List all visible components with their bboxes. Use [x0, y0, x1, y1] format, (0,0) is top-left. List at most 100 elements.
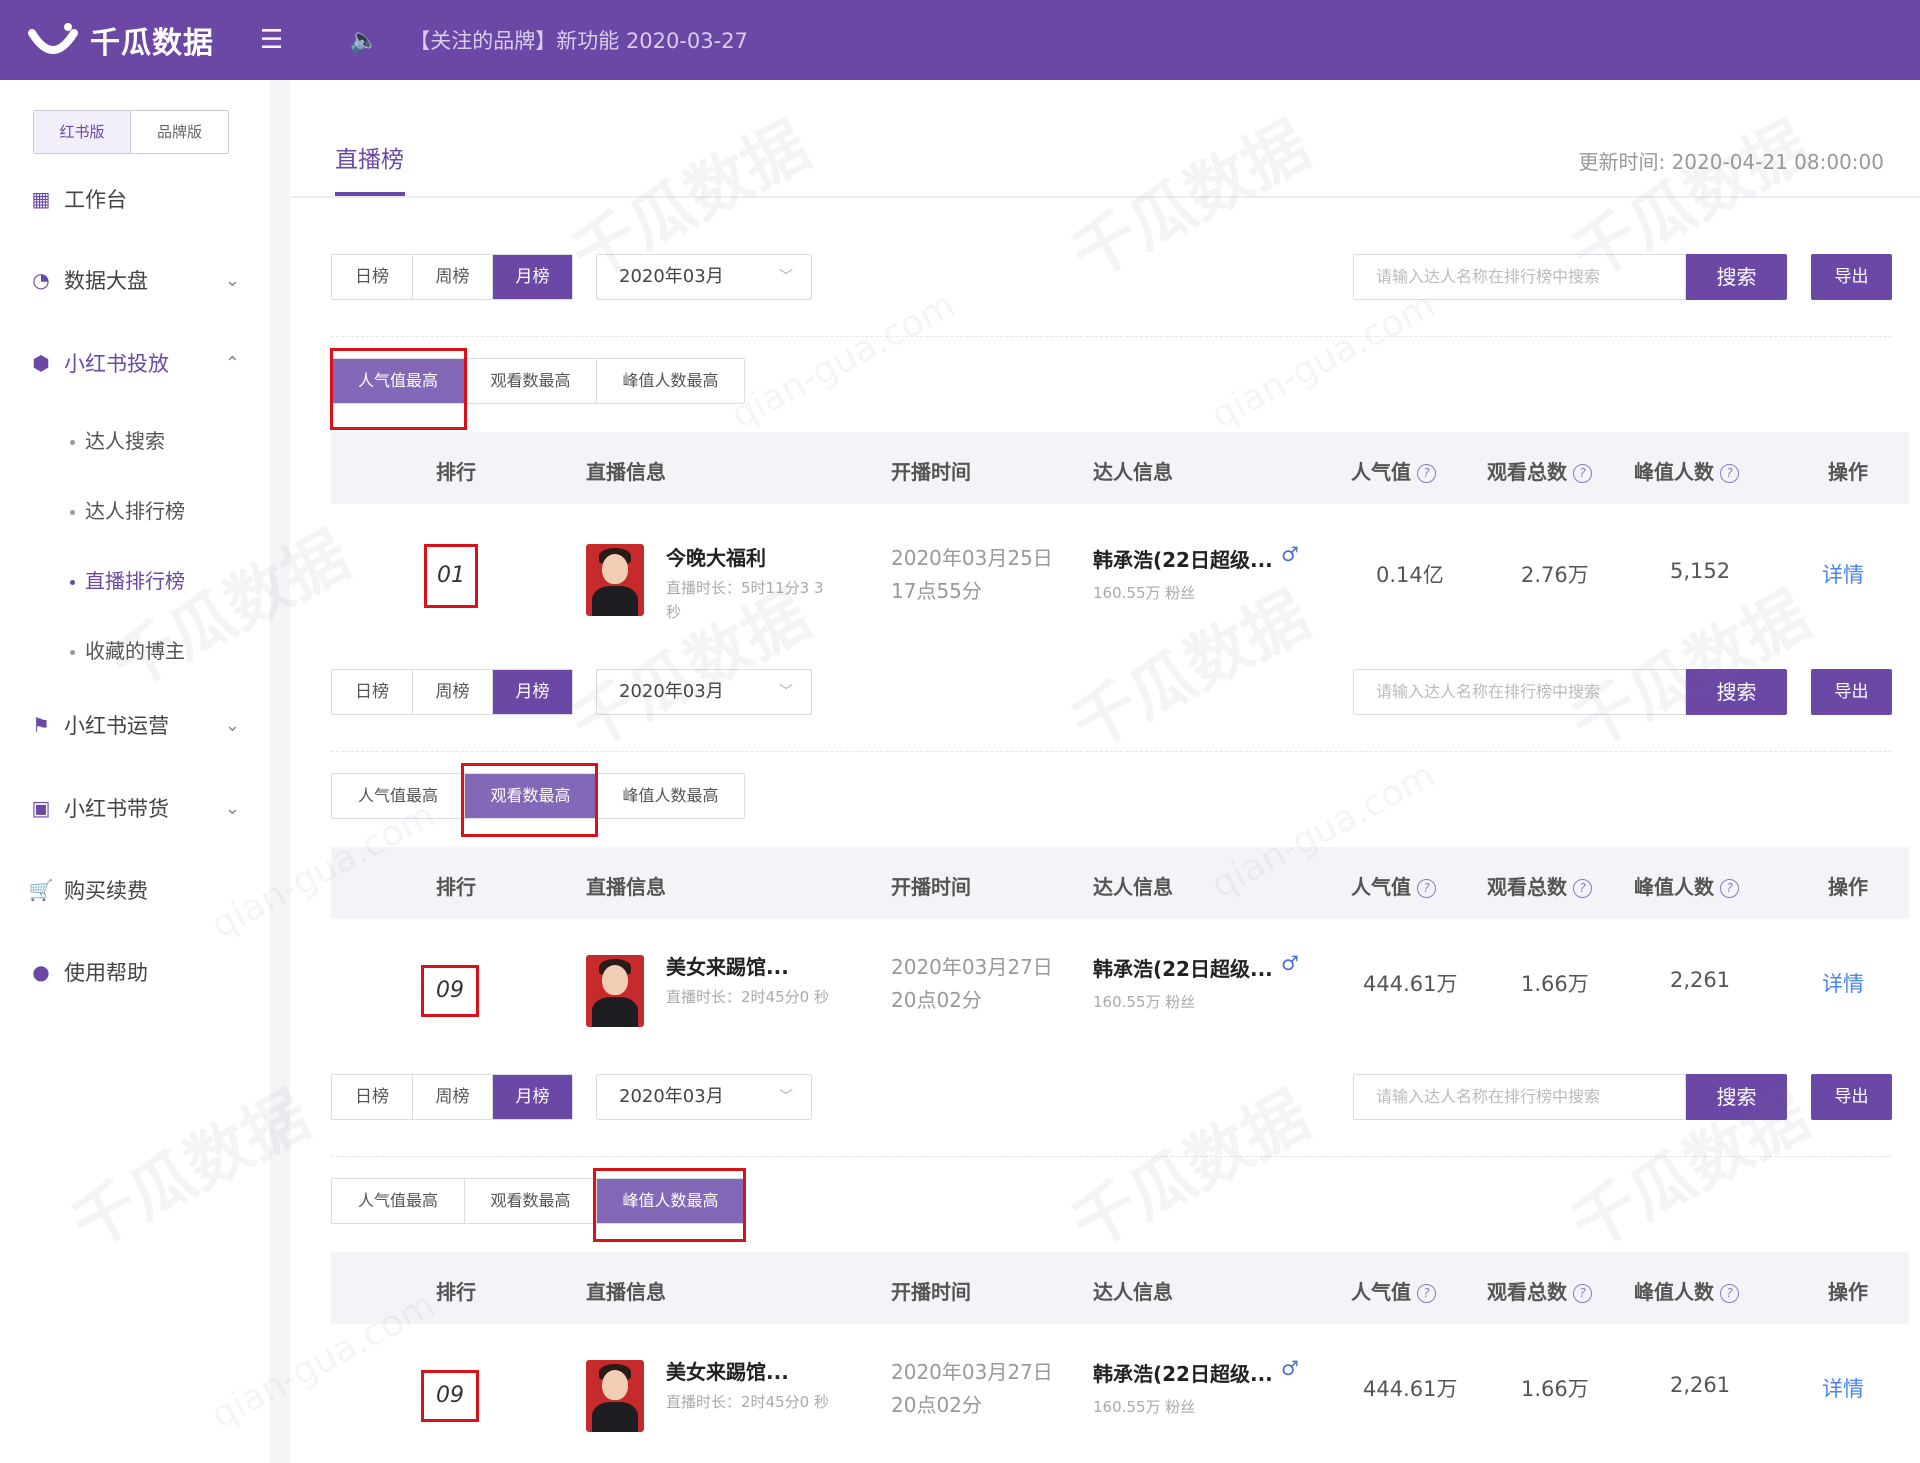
- edition-brand[interactable]: 品牌版: [131, 111, 228, 153]
- cube-icon: ⬢: [32, 351, 50, 375]
- avatar[interactable]: [586, 544, 644, 616]
- export-button[interactable]: 导出: [1811, 1074, 1892, 1120]
- subnav-label: 收藏的博主: [85, 639, 185, 663]
- subnav-favorite-bloggers[interactable]: 收藏的博主: [70, 635, 185, 664]
- male-icon: ♂: [1281, 1356, 1299, 1380]
- table-header: 排行 直播信息 开播时间 达人信息 人气值? 观看总数? 峰值人数? 操作: [331, 1252, 1909, 1324]
- period-tabs: 日榜 周榜 月榜: [331, 669, 573, 715]
- subnav-kol-ranking[interactable]: 达人排行榜: [70, 495, 185, 524]
- nav-xhs-commerce[interactable]: ▣ 小红书带货 ⌄: [30, 793, 240, 823]
- search-button[interactable]: 搜索: [1686, 1074, 1787, 1120]
- col-live-info: 直播信息: [586, 1280, 666, 1304]
- col-views: 观看总数?: [1487, 871, 1592, 900]
- views-value: 1.66万: [1521, 1377, 1589, 1401]
- col-label: 人气值: [1351, 460, 1411, 484]
- kol-name[interactable]: 韩承浩(22日超级...: [1093, 1358, 1273, 1387]
- views-value: 1.66万: [1521, 972, 1589, 996]
- start-date: 2020年03月27日: [891, 1360, 1053, 1384]
- detail-link[interactable]: 详情: [1822, 968, 1864, 998]
- title-underline: [335, 192, 405, 196]
- col-live-info: 直播信息: [586, 460, 666, 484]
- edition-red[interactable]: 红书版: [34, 111, 131, 153]
- live-title[interactable]: 美女来踢馆...: [666, 1356, 789, 1385]
- help-icon[interactable]: ?: [1573, 879, 1592, 898]
- start-time: 20点02分: [891, 988, 982, 1012]
- tab-popularity[interactable]: 人气值最高: [332, 1179, 464, 1223]
- notice-text[interactable]: 【关注的品牌】新功能 2020-03-27: [409, 25, 748, 55]
- detail-link[interactable]: 详情: [1822, 1373, 1864, 1403]
- nav-xhs-placement[interactable]: ⬢ 小红书投放 ⌃: [30, 348, 240, 378]
- male-icon: ♂: [1281, 542, 1299, 566]
- col-label: 人气值: [1351, 1280, 1411, 1304]
- col-live-info: 直播信息: [586, 875, 666, 899]
- chevron-down-icon: ﹀: [779, 1089, 793, 1105]
- popularity-value: 444.61万: [1363, 1377, 1458, 1401]
- export-button[interactable]: 导出: [1811, 669, 1892, 715]
- help-icon[interactable]: ?: [1417, 1284, 1436, 1303]
- male-icon: ♂: [1281, 951, 1299, 975]
- tab-popularity[interactable]: 人气值最高: [332, 774, 464, 818]
- tab-peak[interactable]: 峰值人数最高: [596, 774, 744, 818]
- search-button[interactable]: 搜索: [1686, 669, 1787, 715]
- tab-daily[interactable]: 日榜: [332, 255, 412, 299]
- fans-count: 160.55万 粉丝: [1093, 584, 1196, 602]
- tab-daily[interactable]: 日榜: [332, 1075, 412, 1119]
- month-select[interactable]: 2020年03月 ﹀: [596, 1074, 812, 1120]
- detail-link[interactable]: 详情: [1822, 559, 1864, 589]
- subnav-kol-search[interactable]: 达人搜索: [70, 425, 165, 454]
- nav-xhs-operation[interactable]: ⚑ 小红书运营 ⌄: [30, 710, 240, 740]
- kol-name[interactable]: 韩承浩(22日超级...: [1093, 953, 1273, 982]
- avatar[interactable]: [586, 1360, 644, 1432]
- help-icon[interactable]: ?: [1417, 464, 1436, 483]
- table-row: 01 今晚大福利 直播时长：5时11分3 3秒 2020年03月25日 17点5…: [331, 522, 1909, 682]
- nav-dashboard[interactable]: ◔ 数据大盘 ⌄: [30, 265, 240, 295]
- col-popularity: 人气值?: [1351, 1276, 1436, 1305]
- search-button[interactable]: 搜索: [1686, 254, 1787, 300]
- tab-views[interactable]: 观看数最高: [464, 1179, 596, 1223]
- tab-monthly[interactable]: 月榜: [492, 1075, 572, 1119]
- month-select[interactable]: 2020年03月 ﹀: [596, 669, 812, 715]
- pie-chart-icon: ◔: [32, 268, 50, 292]
- col-action: 操作: [1828, 460, 1868, 484]
- page-title[interactable]: 直播榜: [335, 140, 404, 174]
- nav-help[interactable]: ● 使用帮助: [30, 957, 240, 987]
- search-input[interactable]: 请输入达人名称在排行榜中搜索: [1353, 1074, 1686, 1120]
- nav-workbench[interactable]: ▦ 工作台: [30, 184, 240, 214]
- rank-badge: 09: [421, 965, 479, 1017]
- sidebar: 红书版 品牌版 ▦ 工作台 ◔ 数据大盘 ⌄ ⬢ 小红书投放 ⌃ 达人搜索 达人…: [0, 80, 270, 1463]
- tab-monthly[interactable]: 月榜: [492, 255, 572, 299]
- live-title[interactable]: 美女来踢馆...: [666, 951, 789, 980]
- app-logo[interactable]: 千瓜数据: [28, 15, 214, 65]
- chart-flag-icon: ⚑: [32, 713, 50, 737]
- nav-label: 小红书运营: [64, 714, 169, 738]
- tab-weekly[interactable]: 周榜: [412, 255, 492, 299]
- grid-icon: ▦: [31, 187, 51, 211]
- help-icon[interactable]: ?: [1573, 464, 1592, 483]
- tab-monthly[interactable]: 月榜: [492, 670, 572, 714]
- tab-weekly[interactable]: 周榜: [412, 1075, 492, 1119]
- export-button[interactable]: 导出: [1811, 254, 1892, 300]
- help-icon[interactable]: ?: [1573, 1284, 1592, 1303]
- avatar[interactable]: [586, 955, 644, 1027]
- col-views: 观看总数?: [1487, 1276, 1592, 1305]
- help-icon[interactable]: ?: [1417, 879, 1436, 898]
- search-input[interactable]: 请输入达人名称在排行榜中搜索: [1353, 669, 1686, 715]
- tab-views[interactable]: 观看数最高: [464, 359, 596, 403]
- col-popularity: 人气值?: [1351, 871, 1436, 900]
- nav-purchase[interactable]: 🛒 购买续费: [29, 875, 240, 905]
- nav-label: 购买续费: [64, 879, 148, 903]
- popularity-value: 444.61万: [1363, 972, 1458, 996]
- subnav-label: 直播排行榜: [85, 569, 185, 593]
- search-input[interactable]: 请输入达人名称在排行榜中搜索: [1353, 254, 1686, 300]
- subnav-live-ranking[interactable]: 直播排行榜: [70, 565, 185, 594]
- help-icon[interactable]: ?: [1720, 1284, 1739, 1303]
- help-icon[interactable]: ?: [1720, 464, 1739, 483]
- live-title[interactable]: 今晚大福利: [666, 542, 766, 571]
- kol-name[interactable]: 韩承浩(22日超级...: [1093, 544, 1273, 573]
- help-icon[interactable]: ?: [1720, 879, 1739, 898]
- tab-peak[interactable]: 峰值人数最高: [596, 359, 744, 403]
- month-select[interactable]: 2020年03月 ﹀: [596, 254, 812, 300]
- tab-weekly[interactable]: 周榜: [412, 670, 492, 714]
- menu-collapse-icon[interactable]: ☰: [260, 27, 283, 53]
- tab-daily[interactable]: 日榜: [332, 670, 412, 714]
